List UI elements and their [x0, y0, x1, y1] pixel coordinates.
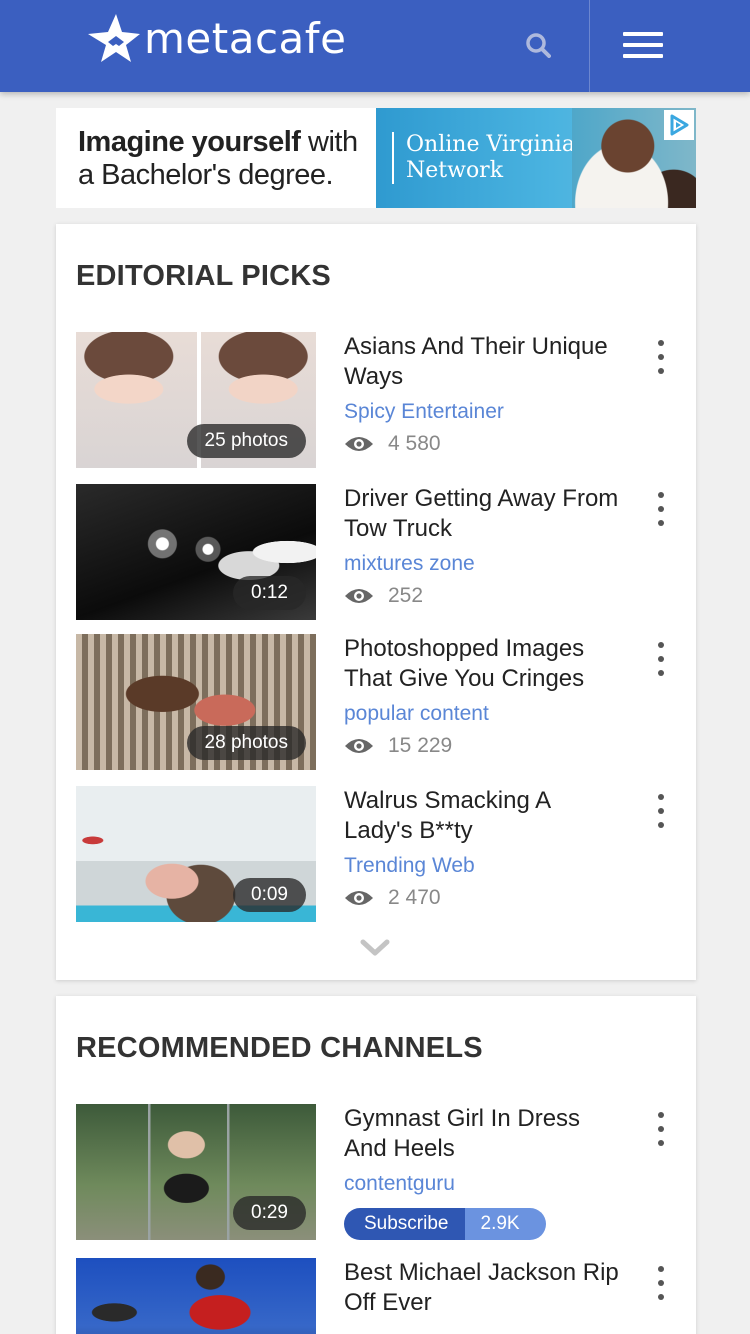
star-logo-icon: [88, 14, 140, 62]
subscribe-button[interactable]: Subscribe 2.9K: [344, 1208, 546, 1240]
top-bar: metacafe: [0, 0, 750, 92]
view-count: 252: [344, 584, 624, 608]
ad-banner[interactable]: Imagine yourself with a Bachelor's degre…: [56, 108, 696, 208]
hamburger-menu-button[interactable]: [618, 26, 668, 64]
video-info: Photoshopped Images That Give You Cringe…: [344, 634, 624, 758]
eye-icon: [345, 589, 373, 603]
video-item[interactable]: 25 photos Asians And Their Unique Ways S…: [76, 332, 686, 468]
editorial-picks-card: EDITORIAL PICKS 25 photos Asians And The…: [56, 224, 696, 980]
video-thumbnail[interactable]: 25 photos: [76, 332, 316, 468]
video-thumbnail[interactable]: [76, 1258, 316, 1334]
ad-brand-line1: Online Virginia: [406, 132, 575, 157]
video-info: Walrus Smacking A Lady's B**ty Trending …: [344, 786, 624, 910]
editorial-picks-title: EDITORIAL PICKS: [76, 260, 331, 292]
view-count: 2 470: [344, 886, 624, 910]
more-options-icon[interactable]: [652, 794, 670, 828]
video-item[interactable]: 0:12 Driver Getting Away From Tow Truck …: [76, 484, 686, 620]
chevron-down-icon[interactable]: [360, 938, 390, 958]
video-info: Gymnast Girl In Dress And Heels contentg…: [344, 1104, 624, 1240]
duration-badge: 0:09: [233, 878, 306, 912]
video-thumbnail[interactable]: 0:12: [76, 484, 316, 620]
video-thumbnail[interactable]: 0:29: [76, 1104, 316, 1240]
more-options-icon[interactable]: [652, 642, 670, 676]
metacafe-logo[interactable]: metacafe: [86, 8, 346, 68]
video-info: Asians And Their Unique Ways Spicy Enter…: [344, 332, 624, 456]
channel-link[interactable]: popular content: [344, 700, 624, 728]
view-count-value: 4 580: [388, 432, 441, 455]
menu-bar: [623, 32, 663, 36]
ad-headline-rest: with: [300, 126, 358, 158]
menu-bar: [623, 54, 663, 58]
duration-badge: 0:12: [233, 576, 306, 610]
more-options-icon[interactable]: [652, 1112, 670, 1146]
video-title[interactable]: Driver Getting Away From Tow Truck: [344, 484, 624, 544]
ad-subline: a Bachelor's degree.: [78, 159, 334, 191]
video-info: Best Michael Jackson Rip Off Ever: [344, 1258, 624, 1318]
recommended-channels-card: RECOMMENDED CHANNELS 0:29 Gymnast Girl I…: [56, 996, 696, 1334]
brand-name: metacafe: [144, 13, 347, 63]
search-icon: [526, 33, 551, 58]
view-count: 4 580: [344, 432, 624, 456]
ad-brand: Online Virginia Network: [392, 132, 575, 184]
video-thumbnail[interactable]: 28 photos: [76, 634, 316, 770]
view-count-value: 252: [388, 584, 424, 607]
view-count-value: 2 470: [388, 886, 441, 909]
photo-count-badge: 28 photos: [186, 726, 306, 760]
video-item[interactable]: Best Michael Jackson Rip Off Ever: [76, 1258, 686, 1334]
photo-count-badge: 25 photos: [186, 424, 306, 458]
eye-icon: [345, 739, 373, 753]
ad-brand-line2: Network: [406, 158, 504, 183]
video-title[interactable]: Gymnast Girl In Dress And Heels: [344, 1104, 624, 1164]
menu-bar: [623, 43, 663, 47]
video-item[interactable]: 0:09 Walrus Smacking A Lady's B**ty Tren…: [76, 786, 686, 922]
more-options-icon[interactable]: [652, 1266, 670, 1300]
more-options-icon[interactable]: [652, 340, 670, 374]
video-item[interactable]: 0:29 Gymnast Girl In Dress And Heels con…: [76, 1104, 686, 1240]
video-item[interactable]: 28 photos Photoshopped Images That Give …: [76, 634, 686, 770]
ad-headline: Imagine yourself with: [78, 126, 376, 159]
duration-badge: 0:29: [233, 1196, 306, 1230]
video-info: Driver Getting Away From Tow Truck mixtu…: [344, 484, 624, 608]
view-count: 15 229: [344, 734, 624, 758]
video-title[interactable]: Photoshopped Images That Give You Cringe…: [344, 634, 624, 694]
channel-link[interactable]: Spicy Entertainer: [344, 398, 624, 426]
channel-link[interactable]: contentguru: [344, 1170, 624, 1198]
eye-icon: [345, 437, 373, 451]
adchoices-icon[interactable]: [664, 110, 694, 140]
subscriber-count: 2.9K: [464, 1208, 546, 1240]
video-title[interactable]: Walrus Smacking A Lady's B**ty: [344, 786, 624, 846]
eye-icon: [345, 891, 373, 905]
video-title[interactable]: Best Michael Jackson Rip Off Ever: [344, 1258, 624, 1318]
play-triangle-icon: [670, 114, 689, 136]
header-divider: [589, 0, 590, 92]
view-count-value: 15 229: [388, 734, 453, 757]
recommended-channels-title: RECOMMENDED CHANNELS: [76, 1032, 483, 1064]
ad-headline-bold: Imagine yourself: [78, 126, 301, 158]
ad-text-panel: Imagine yourself with a Bachelor's degre…: [56, 108, 376, 208]
more-options-icon[interactable]: [652, 492, 670, 526]
video-thumbnail[interactable]: 0:09: [76, 786, 316, 922]
video-title[interactable]: Asians And Their Unique Ways: [344, 332, 624, 392]
channel-link[interactable]: mixtures zone: [344, 550, 624, 578]
subscribe-label: Subscribe: [344, 1208, 465, 1240]
search-button[interactable]: [510, 22, 566, 68]
channel-link[interactable]: Trending Web: [344, 852, 624, 880]
ad-image-panel: Online Virginia Network: [376, 108, 696, 208]
